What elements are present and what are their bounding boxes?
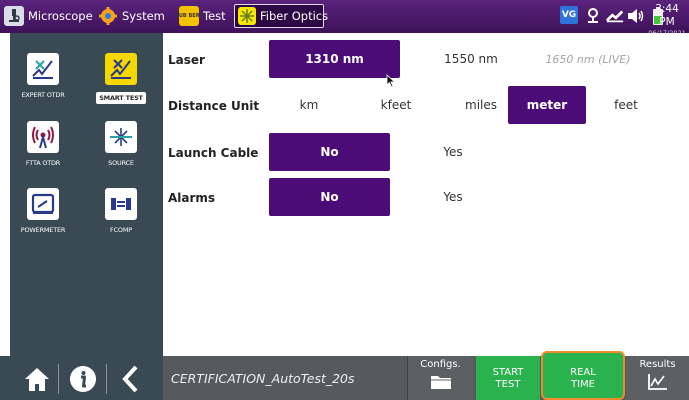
clock-time: 3:44 PM bbox=[655, 3, 679, 28]
launch-cable-label: Launch Cable bbox=[168, 146, 259, 160]
alarms-label: Alarms bbox=[168, 191, 216, 205]
back-button[interactable] bbox=[115, 362, 145, 396]
app-label: EXPERT OTDR bbox=[21, 91, 65, 99]
unit-option-meter[interactable]: meter bbox=[508, 86, 586, 124]
start-test-line1: START bbox=[492, 367, 524, 378]
vg-status-icon[interactable]: VG bbox=[560, 6, 578, 24]
smart-test-icon bbox=[105, 53, 137, 85]
app-label: FCOMP bbox=[110, 226, 132, 234]
vg-label: VG bbox=[561, 10, 577, 20]
alarms-option-yes[interactable]: Yes bbox=[433, 178, 473, 216]
app-sidebar: EXPERT OTDR SMART TEST FTTA OTDR SOURCE … bbox=[10, 33, 163, 356]
app-label: POWERMETER bbox=[20, 226, 66, 234]
info-icon bbox=[70, 366, 96, 392]
distance-unit-label: Distance Unit bbox=[168, 99, 260, 113]
alarms-option-no[interactable]: No bbox=[269, 178, 390, 216]
folder-icon bbox=[430, 376, 451, 389]
top-bar: Microscope System SUB BERT Test Fiber Op… bbox=[0, 0, 689, 37]
app-label: SMART TEST bbox=[96, 92, 146, 104]
app-label: FTTA OTDR bbox=[25, 159, 61, 167]
fcomp-icon bbox=[105, 188, 137, 220]
laser-option-1310[interactable]: 1310 nm bbox=[269, 40, 400, 78]
nav-divider bbox=[58, 364, 59, 394]
laser-label: Laser bbox=[168, 53, 205, 67]
app-ftta-otdr[interactable]: FTTA OTDR bbox=[10, 121, 76, 167]
source-icon bbox=[105, 121, 137, 153]
app-label: SOURCE bbox=[108, 159, 134, 167]
bottom-nav bbox=[0, 356, 163, 400]
configs-button[interactable]: Configs. bbox=[407, 356, 473, 400]
volume-icon[interactable] bbox=[627, 6, 645, 26]
app-smart-test[interactable]: SMART TEST bbox=[88, 53, 154, 104]
expert-otdr-icon bbox=[27, 53, 59, 85]
tab-label: Microscope bbox=[28, 9, 93, 23]
bert-icon-text: SUB BERT bbox=[175, 13, 203, 19]
signal-icon[interactable] bbox=[606, 6, 624, 26]
nav-divider bbox=[106, 364, 107, 394]
results-graph-icon bbox=[647, 374, 667, 390]
home-button[interactable] bbox=[20, 362, 54, 396]
tab-microscope[interactable]: Microscope bbox=[4, 4, 93, 28]
fiber-star-icon bbox=[238, 7, 256, 25]
unit-option-kfeet[interactable]: kfeet bbox=[361, 86, 431, 124]
configs-label: Configs. bbox=[420, 359, 461, 370]
unit-option-miles[interactable]: miles bbox=[446, 86, 516, 124]
real-time-line2: TIME bbox=[570, 379, 595, 390]
start-test-line2: TEST bbox=[495, 379, 521, 390]
launch-cable-option-no[interactable]: No bbox=[269, 133, 390, 171]
chevron-left-icon bbox=[122, 365, 138, 393]
results-label: Results bbox=[639, 359, 676, 370]
app-powermeter[interactable]: POWERMETER bbox=[10, 188, 76, 234]
mouse-cursor-icon bbox=[386, 74, 396, 88]
start-test-button[interactable]: START TEST bbox=[476, 356, 540, 400]
app-source[interactable]: SOURCE bbox=[88, 121, 154, 167]
location-icon[interactable] bbox=[585, 6, 601, 26]
tab-system[interactable]: System bbox=[98, 4, 165, 28]
microscope-icon bbox=[4, 6, 24, 26]
info-button[interactable] bbox=[66, 362, 100, 396]
settings-panel: Laser 1310 nm 1550 nm 1650 nm (LIVE) Dis… bbox=[163, 33, 689, 356]
tab-label: Test bbox=[203, 9, 226, 23]
gear-icon bbox=[98, 6, 118, 26]
laser-option-1650-live[interactable]: 1650 nm (LIVE) bbox=[533, 40, 643, 78]
config-name: CERTIFICATION_AutoTest_20s bbox=[171, 371, 355, 386]
powermeter-icon bbox=[27, 188, 59, 220]
app-fcomp[interactable]: FCOMP bbox=[88, 188, 154, 234]
unit-option-km[interactable]: km bbox=[283, 86, 335, 124]
results-button[interactable]: Results bbox=[626, 356, 689, 400]
unit-option-feet[interactable]: feet bbox=[601, 86, 651, 124]
tab-label: System bbox=[122, 9, 165, 23]
real-time-line1: REAL bbox=[570, 367, 596, 378]
bert-icon: SUB BERT bbox=[175, 6, 203, 26]
home-icon bbox=[25, 368, 49, 391]
tab-label: Fiber Optics bbox=[260, 9, 329, 23]
laser-option-1550[interactable]: 1550 nm bbox=[423, 40, 519, 78]
app-expert-otdr[interactable]: EXPERT OTDR bbox=[10, 53, 76, 99]
tab-fiber-optics[interactable]: Fiber Optics bbox=[234, 4, 328, 28]
launch-cable-option-yes[interactable]: Yes bbox=[433, 133, 473, 171]
tab-test[interactable]: SUB BERT Test bbox=[175, 4, 226, 28]
ftta-antenna-icon bbox=[27, 121, 59, 153]
real-time-button[interactable]: REAL TIME bbox=[541, 351, 625, 400]
